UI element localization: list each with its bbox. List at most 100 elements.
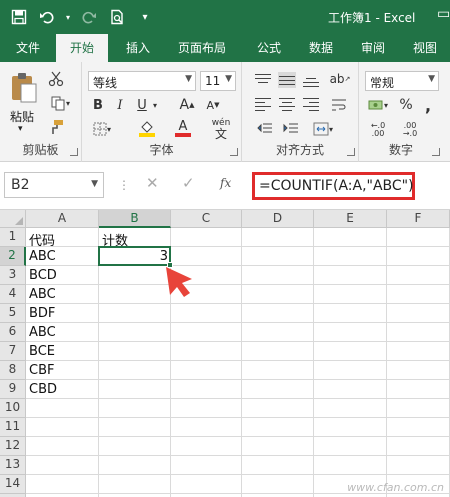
fill-color-icon[interactable]	[132, 118, 162, 140]
ribbon-display-icon[interactable]: ▭	[437, 6, 450, 22]
print-preview-icon[interactable]	[106, 6, 128, 28]
number-format-combo[interactable]: 常规 ▼	[365, 71, 439, 91]
borders-icon[interactable]: ▾	[90, 120, 114, 138]
cell-a3[interactable]: BCD	[26, 266, 99, 285]
selected-cell-outline	[98, 246, 171, 266]
row-header-5[interactable]: 5	[0, 304, 26, 323]
name-box[interactable]: B2 ▼	[4, 172, 104, 198]
underline-button[interactable]: U	[134, 96, 150, 114]
cell-b1[interactable]: 计数	[99, 228, 171, 249]
formula-input[interactable]: =COUNTIF(A:A,"ABC")	[252, 172, 415, 200]
cut-icon[interactable]	[46, 70, 66, 88]
font-launcher-icon[interactable]	[230, 148, 238, 156]
cell-a8[interactable]: CBF	[26, 361, 99, 380]
comma-style-icon[interactable]: ,	[419, 96, 437, 115]
cell-a7[interactable]: BCE	[26, 342, 99, 361]
row-header-12[interactable]: 12	[0, 437, 26, 456]
tab-formulas[interactable]: 公式	[257, 39, 281, 56]
column-header-a[interactable]: A	[26, 210, 99, 228]
column-header-e[interactable]: E	[314, 210, 387, 228]
undo-icon[interactable]	[36, 6, 58, 28]
tab-page-layout[interactable]: 页面布局	[178, 39, 226, 56]
alignment-launcher-icon[interactable]	[347, 148, 355, 156]
increase-indent-icon[interactable]	[280, 120, 302, 138]
cell-a4[interactable]: ABC	[26, 285, 99, 304]
row-header-7[interactable]: 7	[0, 342, 26, 361]
tab-insert[interactable]: 插入	[126, 39, 150, 56]
cell-a1[interactable]: 代码	[26, 228, 99, 249]
paste-dropdown-icon[interactable]: ▾	[18, 124, 23, 134]
font-size-combo[interactable]: 11 ▼	[200, 71, 236, 91]
decrease-decimal-icon[interactable]: .00 →.0	[397, 120, 423, 140]
cell-a2[interactable]: ABC	[26, 247, 99, 266]
underline-dropdown-icon[interactable]: ▾	[150, 96, 160, 114]
cancel-entry-icon[interactable]: ✕	[146, 174, 159, 192]
align-left-icon[interactable]	[254, 96, 272, 112]
row-header-6[interactable]: 6	[0, 323, 26, 342]
paste-icon[interactable]	[6, 70, 42, 106]
cell-a6[interactable]: ABC	[26, 323, 99, 342]
format-painter-icon[interactable]	[46, 118, 66, 136]
cell-a5[interactable]: BDF	[26, 304, 99, 323]
bold-button[interactable]: B	[90, 96, 106, 114]
column-header-b[interactable]: B	[99, 210, 171, 228]
row-header-9[interactable]: 9	[0, 380, 26, 399]
merge-center-icon[interactable]: ▾	[308, 120, 338, 138]
tab-data[interactable]: 数据	[309, 39, 333, 56]
increase-decimal-icon[interactable]: ←.0.00	[365, 120, 391, 140]
row-header-1[interactable]: 1	[0, 228, 26, 247]
align-center-icon[interactable]	[278, 96, 296, 112]
gridline	[26, 455, 450, 456]
insert-function-icon[interactable]: fx	[220, 176, 231, 190]
row-header-8[interactable]: 8	[0, 361, 26, 380]
phonetic-guide-icon[interactable]: wén 文	[206, 118, 236, 140]
row-header-11[interactable]: 11	[0, 418, 26, 437]
column-header-c[interactable]: C	[171, 210, 242, 228]
shrink-font-button[interactable]: A ▼	[204, 96, 222, 114]
align-right-icon[interactable]	[302, 96, 320, 112]
paste-button[interactable]: 粘贴	[10, 108, 34, 125]
tab-review[interactable]: 审阅	[361, 39, 385, 56]
font-name-combo[interactable]: 等线 ▼	[88, 71, 196, 91]
row-header-4[interactable]: 4	[0, 285, 26, 304]
bottom-align-icon[interactable]	[302, 72, 320, 88]
row-header-2[interactable]: 2	[0, 247, 26, 266]
grow-font-button[interactable]: A ▲	[178, 96, 196, 114]
decrease-indent-icon[interactable]	[254, 120, 276, 138]
orientation-icon[interactable]: ab ↗	[326, 70, 354, 88]
font-color-swatch	[175, 133, 191, 137]
row-header-3[interactable]: 3	[0, 266, 26, 285]
accounting-format-icon[interactable]: ▾	[365, 96, 391, 114]
row-header-13[interactable]: 13	[0, 456, 26, 475]
italic-button[interactable]: I	[112, 96, 128, 114]
font-color-icon[interactable]: A	[168, 118, 198, 140]
row-header-14[interactable]: 14	[0, 475, 26, 494]
tab-view[interactable]: 视图	[413, 39, 437, 56]
row-header-10[interactable]: 10	[0, 399, 26, 418]
redo-icon[interactable]	[78, 6, 100, 28]
ribbon-tabs: 文件 开始 插入 页面布局 公式 数据 审阅 视图	[0, 34, 450, 62]
clipboard-launcher-icon[interactable]	[70, 148, 78, 156]
top-align-icon[interactable]	[254, 72, 272, 88]
cell-a9[interactable]: CBD	[26, 380, 99, 399]
tab-file[interactable]: 文件	[16, 39, 40, 56]
tab-home[interactable]: 开始	[56, 34, 109, 62]
red-arrow-pointer-icon	[166, 267, 192, 297]
confirm-entry-icon[interactable]: ✓	[182, 174, 195, 192]
column-header-f[interactable]: F	[387, 210, 450, 228]
select-all-button[interactable]	[0, 210, 26, 228]
number-launcher-icon[interactable]	[432, 148, 440, 156]
middle-align-icon[interactable]	[278, 72, 296, 88]
gridline	[26, 436, 450, 437]
column-header-d[interactable]: D	[242, 210, 314, 228]
copy-icon[interactable]: ▾	[46, 94, 74, 112]
wrap-text-icon[interactable]	[328, 96, 350, 114]
worksheet-grid[interactable]: ABCDEF123456789101112131415代码计数ABC3BCDAB…	[0, 210, 450, 497]
customize-qat-icon[interactable]: ▾	[134, 6, 156, 28]
chevron-down-icon: ▼	[225, 74, 232, 84]
formula-bar-grip-icon[interactable]: ⋮	[118, 178, 130, 192]
chevron-down-icon: ▼	[428, 74, 435, 84]
percent-style-icon[interactable]: %	[397, 96, 415, 114]
save-icon[interactable]	[8, 6, 30, 28]
undo-dropdown-icon[interactable]: ▾	[64, 6, 72, 28]
